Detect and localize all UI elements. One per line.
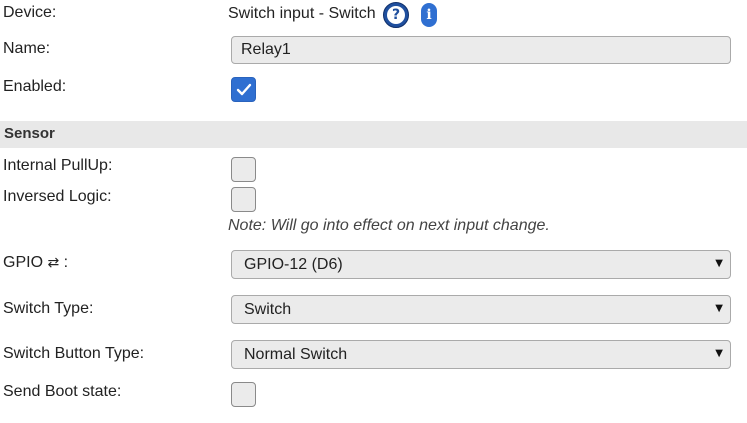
switch-button-type-select[interactable]: Normal Switch ▼ bbox=[231, 340, 731, 369]
inversed-logic-checkbox[interactable] bbox=[231, 187, 256, 212]
info-icon[interactable]: i bbox=[421, 3, 437, 27]
name-input[interactable]: Relay1 bbox=[231, 36, 731, 64]
internal-pullup-checkbox[interactable] bbox=[231, 157, 256, 182]
switch-button-type-label: Switch Button Type: bbox=[3, 345, 145, 362]
question-circle-icon[interactable]: ? bbox=[383, 2, 409, 28]
switch-button-type-selected-value: Normal Switch bbox=[244, 346, 348, 363]
sensor-section-header: Sensor bbox=[0, 121, 747, 148]
enabled-checkbox[interactable] bbox=[231, 77, 256, 102]
internal-pullup-label: Internal PullUp: bbox=[3, 157, 113, 174]
dropdown-arrow-icon: ▼ bbox=[715, 303, 723, 314]
switch-type-select[interactable]: Switch ▼ bbox=[231, 295, 731, 324]
section-title: Sensor bbox=[4, 125, 55, 142]
gpio-label-colon: : bbox=[63, 254, 69, 271]
device-label: Device: bbox=[3, 4, 57, 21]
gpio-label: GPIO ⇄ : bbox=[3, 254, 68, 272]
switch-type-label: Switch Type: bbox=[3, 300, 94, 317]
gpio-select[interactable]: GPIO-12 (D6) ▼ bbox=[231, 250, 731, 279]
device-settings-form: Device: Switch input - Switch ? i Name: … bbox=[0, 0, 747, 423]
enabled-label: Enabled: bbox=[3, 78, 67, 95]
send-boot-state-label: Send Boot state: bbox=[3, 383, 122, 400]
gpio-selected-value: GPIO-12 (D6) bbox=[244, 256, 343, 273]
name-label: Name: bbox=[3, 40, 51, 57]
checkmark-icon bbox=[236, 83, 252, 96]
inversed-logic-label: Inversed Logic: bbox=[3, 188, 112, 205]
inversed-logic-note: Note: Will go into effect on next input … bbox=[228, 217, 550, 234]
device-value: Switch input - Switch bbox=[228, 5, 376, 22]
gpio-label-text: GPIO bbox=[3, 254, 44, 271]
dropdown-arrow-icon: ▼ bbox=[715, 258, 723, 269]
dropdown-arrow-icon: ▼ bbox=[715, 348, 723, 359]
switch-type-selected-value: Switch bbox=[244, 301, 292, 318]
send-boot-state-checkbox[interactable] bbox=[231, 382, 256, 407]
swap-arrows-icon: ⇄ bbox=[47, 255, 60, 271]
